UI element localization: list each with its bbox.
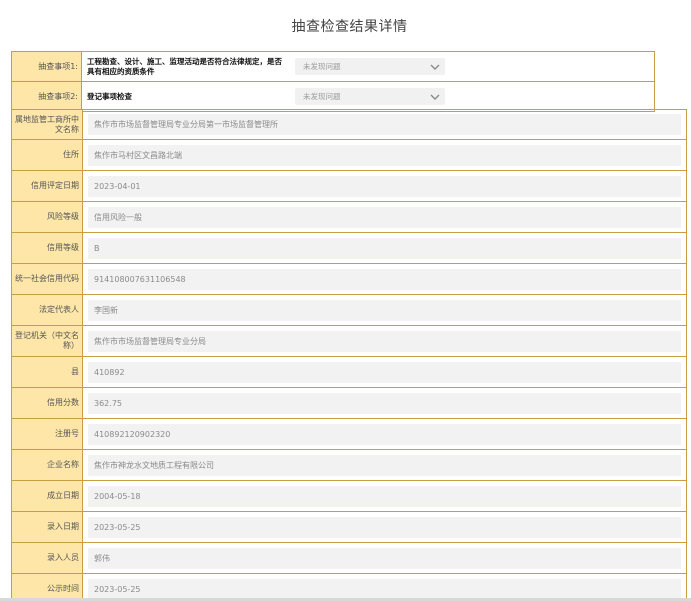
detail-row: 信用等级 B [11,233,687,264]
chevron-down-icon [430,94,440,100]
detail-label: 住所 [12,140,83,170]
detail-value[interactable]: 焦作市市场监督管理局专业分局 [88,330,681,352]
detail-value[interactable]: 焦作市神龙水文地质工程有限公司 [88,454,681,476]
detail-label: 县 [12,357,83,387]
detail-label: 统一社会信用代码 [12,264,83,294]
inspection-item-text: 工程勘查、设计、施工、监理活动是否符合法律规定，是否具有相应的资质条件 [87,56,282,76]
detail-label: 录入日期 [12,512,83,542]
detail-value[interactable]: 焦作市市场监督管理局专业分局第一市场监督管理所 [88,114,681,135]
detail-row: 登记机关（中文名称） 焦作市市场监督管理局专业分局 [11,326,687,357]
detail-value[interactable]: 焦作市马村区文昌路北端 [88,144,681,166]
detail-label: 成立日期 [12,481,83,511]
detail-value[interactable]: 郭伟 [88,547,681,569]
detail-value[interactable]: 410892120902320 [88,423,681,445]
inspection-item-content: 登记事项检查 未发现问题 [82,82,654,111]
details-table: 属地监管工商所中文名称 焦作市市场监督管理局专业分局第一市场监督管理所 住所 焦… [11,109,687,601]
inspection-result-value: 未发现问题 [303,62,341,71]
detail-value[interactable]: 李国新 [88,299,681,321]
detail-value[interactable]: 2004-05-18 [88,485,681,507]
inspection-result-select[interactable]: 未发现问题 [295,88,445,105]
detail-row: 法定代表人 李国新 [11,295,687,326]
inspection-item-row: 抽查事项1: 工程勘查、设计、施工、监理活动是否符合法律规定，是否具有相应的资质… [11,51,655,82]
detail-value[interactable]: B [88,237,681,259]
detail-value[interactable]: 信用风险一般 [88,206,681,228]
detail-row: 录入人员 郭伟 [11,543,687,574]
inspection-items-table: 抽查事项1: 工程勘查、设计、施工、监理活动是否符合法律规定，是否具有相应的资质… [11,51,655,112]
inspection-item-label: 抽查事项2: [12,82,82,111]
detail-label: 注册号 [12,419,83,449]
detail-row: 统一社会信用代码 914108007631106548 [11,264,687,295]
page-title: 抽查检查结果详情 [291,19,408,35]
detail-label: 录入人员 [12,543,83,573]
detail-label: 信用评定日期 [12,171,83,201]
inspection-item-label: 抽查事项1: [12,52,82,81]
detail-row: 公示时间 2023-05-25 [11,574,687,601]
detail-row: 住所 焦作市马村区文昌路北端 [11,140,687,171]
detail-label: 属地监管工商所中文名称 [12,110,83,139]
detail-row: 成立日期 2004-05-18 [11,481,687,512]
detail-value[interactable]: 410892 [88,361,681,383]
inspection-item-text: 登记事项检查 [87,91,132,101]
detail-label: 法定代表人 [12,295,83,325]
detail-value[interactable]: 2023-05-25 [88,578,681,600]
detail-value[interactable]: 2023-04-01 [88,175,681,197]
inspection-item-content: 工程勘查、设计、施工、监理活动是否符合法律规定，是否具有相应的资质条件 未发现问… [82,52,654,81]
detail-row: 信用分数 362.75 [11,388,687,419]
inspection-result-select[interactable]: 未发现问题 [295,58,445,75]
detail-row: 信用评定日期 2023-04-01 [11,171,687,202]
detail-value[interactable]: 2023-05-25 [88,516,681,538]
inspection-result-value: 未发现问题 [303,92,341,101]
detail-row: 县 410892 [11,357,687,388]
result-detail-page: 抽查检查结果详情 抽查事项1: 工程勘查、设计、施工、监理活动是否符合法律规定，… [0,0,691,601]
detail-row: 注册号 410892120902320 [11,419,687,450]
detail-label: 信用分数 [12,388,83,418]
detail-row: 属地监管工商所中文名称 焦作市市场监督管理局专业分局第一市场监督管理所 [11,109,687,140]
detail-label: 信用等级 [12,233,83,263]
detail-row: 风险等级 信用风险一般 [11,202,687,233]
detail-label: 公示时间 [12,574,83,601]
detail-value[interactable]: 362.75 [88,392,681,414]
detail-row: 录入日期 2023-05-25 [11,512,687,543]
detail-label: 企业名称 [12,450,83,480]
detail-value[interactable]: 914108007631106548 [88,268,681,290]
detail-label: 登记机关（中文名称） [12,326,83,356]
chevron-down-icon [430,64,440,70]
inspection-item-row: 抽查事项2: 登记事项检查 未发现问题 [11,82,655,112]
detail-label: 风险等级 [12,202,83,232]
detail-row: 企业名称 焦作市神龙水文地质工程有限公司 [11,450,687,481]
